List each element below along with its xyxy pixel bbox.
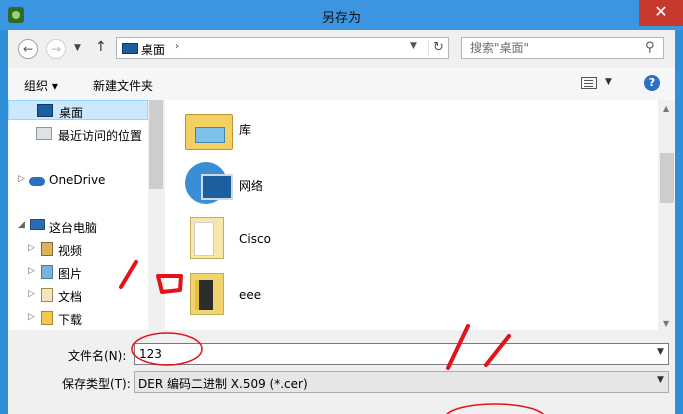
sidebar-item-videos[interactable]: ▷ 视频 xyxy=(8,239,148,259)
sidebar-item-recent-places[interactable]: 最近访问的位置 xyxy=(8,124,148,144)
address-chevron-down-icon[interactable]: ▼ xyxy=(410,41,417,51)
file-name: Cisco xyxy=(239,232,271,246)
new-folder-button[interactable]: 新建文件夹 xyxy=(93,77,153,94)
forward-button[interactable]: → xyxy=(46,39,66,59)
expand-arrow-icon[interactable]: ▷ xyxy=(18,174,25,184)
view-chevron-down-icon[interactable]: ▼ xyxy=(605,77,612,87)
filename-chevron-down-icon[interactable]: ▼ xyxy=(657,347,664,357)
desktop-icon xyxy=(122,43,138,54)
scroll-up-icon[interactable]: ▲ xyxy=(663,104,669,113)
save-type-value: DER 编码二进制 X.509 (*.cer) xyxy=(138,377,308,391)
documents-icon xyxy=(41,288,53,302)
network-icon xyxy=(185,162,233,204)
collapse-arrow-icon[interactable]: ◢ xyxy=(18,220,25,230)
save-type-chevron-down-icon[interactable]: ▼ xyxy=(657,375,664,385)
file-list-scrollbar-thumb[interactable] xyxy=(660,153,674,203)
list-item[interactable]: 网络 xyxy=(185,160,485,212)
file-name: 库 xyxy=(239,123,252,137)
sidebar-item-label: OneDrive xyxy=(49,173,106,187)
back-button[interactable]: ← xyxy=(18,39,38,59)
pictures-icon xyxy=(41,265,53,279)
expand-arrow-icon[interactable]: ▷ xyxy=(28,243,35,253)
file-name: 网络 xyxy=(239,179,264,193)
list-item[interactable]: 库 xyxy=(185,104,485,156)
file-list-scrollbar[interactable] xyxy=(659,100,675,330)
change-view-button[interactable]: ▼ xyxy=(581,75,615,93)
breadcrumb[interactable]: 桌面 xyxy=(141,41,165,58)
sidebar-item-this-pc[interactable]: ◢ 这台电脑 xyxy=(8,216,148,236)
sidebar-item-label: 视频 xyxy=(58,244,83,258)
sidebar-item-label: 文档 xyxy=(58,290,83,304)
address-bar[interactable]: 桌面 › ▼ ↻ xyxy=(116,37,449,59)
breadcrumb-chevron-right-icon[interactable]: › xyxy=(175,41,179,52)
recent-places-icon xyxy=(36,127,52,140)
refresh-button[interactable]: ↻ xyxy=(428,39,448,57)
desktop-icon xyxy=(37,104,53,117)
sidebar-item-label: 下载 xyxy=(58,313,83,327)
file-name: eee xyxy=(239,288,262,302)
list-item[interactable]: eee xyxy=(185,271,485,323)
scroll-down-icon[interactable]: ▼ xyxy=(663,319,669,328)
sidebar-item-label: 最近访问的位置 xyxy=(58,129,143,143)
sidebar-item-pictures[interactable]: ▷ 图片 xyxy=(8,262,148,282)
save-type-select[interactable]: DER 编码二进制 X.509 (*.cer) ▼ xyxy=(134,371,669,393)
view-options-icon xyxy=(581,77,597,89)
sidebar-item-documents[interactable]: ▷ 文档 xyxy=(8,285,148,305)
organize-button[interactable]: 组织 ▾ xyxy=(24,77,58,94)
help-icon[interactable]: ? xyxy=(644,75,660,91)
filename-input[interactable] xyxy=(135,344,650,364)
close-button[interactable]: ✕ xyxy=(639,0,683,26)
sidebar-item-label: 桌面 xyxy=(59,106,84,120)
sidebar-scrollbar-thumb[interactable] xyxy=(149,100,163,189)
window-title: 另存为 xyxy=(321,11,361,26)
recent-locations-chevron-down-icon[interactable]: ▼ xyxy=(74,43,81,53)
search-icon[interactable]: ⚲ xyxy=(645,40,655,55)
sidebar-item-onedrive[interactable]: ▷ OneDrive xyxy=(8,170,148,190)
expand-arrow-icon[interactable]: ▷ xyxy=(28,289,35,299)
search-box[interactable]: ⚲ xyxy=(461,37,664,59)
expand-arrow-icon[interactable]: ▷ xyxy=(28,312,35,322)
filename-combobox[interactable]: ▼ xyxy=(134,343,669,365)
videos-icon xyxy=(41,242,53,256)
sidebar-item-label: 图片 xyxy=(58,267,83,281)
filename-label: 文件名(N): xyxy=(68,349,127,363)
onedrive-icon xyxy=(29,177,45,186)
downloads-icon xyxy=(41,311,53,325)
search-input[interactable] xyxy=(462,38,640,58)
navigation-pane: 桌面 最近访问的位置 ▷ OneDrive ◢ 这台电脑 ▷ 视频 ▷ 图片 ▷… xyxy=(8,100,164,330)
expand-arrow-icon[interactable]: ▷ xyxy=(28,266,35,276)
folder-icon xyxy=(190,273,224,315)
up-button[interactable]: ↑ xyxy=(95,39,107,55)
sidebar-item-desktop[interactable]: 桌面 xyxy=(8,100,148,120)
folder-icon xyxy=(190,217,224,259)
sidebar-item-label: 这台电脑 xyxy=(49,221,98,235)
save-type-label: 保存类型(T): xyxy=(62,377,131,391)
this-pc-icon xyxy=(30,219,45,230)
libraries-icon xyxy=(185,114,233,150)
sidebar-item-downloads[interactable]: ▷ 下载 xyxy=(8,308,148,328)
list-item[interactable]: Cisco xyxy=(185,215,485,267)
